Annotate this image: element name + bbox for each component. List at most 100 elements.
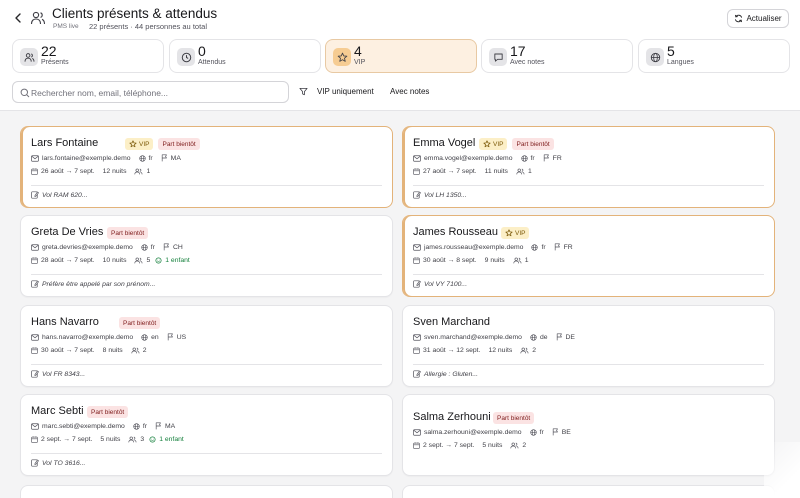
filter-with-notes[interactable]: Avec notes [390, 87, 429, 96]
globe-icon [530, 333, 540, 341]
refresh-button[interactable]: Actualiser [727, 9, 789, 28]
persons-icon [510, 442, 522, 449]
stat-label: VIP [354, 59, 366, 66]
stat-vip[interactable]: 4 VIP [325, 39, 477, 73]
flag-icon [155, 422, 165, 430]
guest-card[interactable]: Hans Navarro Part bientôt hans.navarro@exe… [20, 305, 393, 387]
calendar-icon [413, 442, 423, 449]
divider [31, 364, 382, 365]
star-icon [483, 140, 491, 148]
leaving-soon-label: Part bientôt [111, 229, 145, 237]
nights-value: 10 nuits [102, 257, 127, 264]
country: CH [163, 243, 183, 251]
child-icon [149, 436, 159, 443]
globe-icon [531, 243, 541, 251]
stat-value: 4 [354, 43, 362, 59]
stay-row: 30 août → 8 sept. 9 nuits 1 [413, 257, 533, 264]
persons-icon [520, 347, 532, 354]
guest-card-partial[interactable] [20, 485, 393, 498]
flag-icon [554, 243, 564, 251]
language-value: fr [541, 243, 546, 251]
badge-group: Part bientôt [107, 227, 149, 239]
guest-name: James Rousseau [413, 226, 498, 238]
persons-icon [134, 257, 146, 264]
mail-icon [413, 428, 424, 436]
dates-value: 30 août → 7 sept. [41, 347, 95, 354]
guest-name: Hans Navarro [31, 316, 99, 328]
search-box[interactable] [12, 81, 289, 103]
email-value: salma.zerhouni@exemple.demo [424, 428, 522, 436]
stat-languages[interactable]: 5 Langues [638, 39, 790, 73]
language: fr [138, 155, 153, 162]
guest-name: Sven Marchand [413, 316, 491, 328]
message-icon [489, 48, 507, 66]
globe-icon [133, 422, 143, 430]
persons-value: 1 [524, 257, 529, 264]
contact-row: james.rousseau@exemple.demo fr FR [413, 243, 581, 251]
divider [31, 453, 382, 454]
guest-card[interactable]: Greta De Vries Part bientôt greta.devries@… [20, 215, 393, 297]
mail-icon [31, 154, 42, 162]
email-value: james.rousseau@exemple.demo [424, 243, 524, 251]
language: fr [529, 429, 544, 436]
guest-card[interactable]: Salma Zerhouni Part bientôt salma.zerhouni… [402, 394, 775, 476]
leaving-soon-badge: Part bientôt [512, 138, 554, 150]
guest-card[interactable]: Lars Fontaine VIP Part bientôt lars.fontain… [20, 126, 393, 208]
country: US [167, 333, 186, 341]
stay-dates: 2 sept. → 7 sept. [31, 436, 92, 443]
flag-icon [167, 333, 177, 341]
page-title: Clients présents & attendus [52, 6, 218, 21]
calendar-icon [31, 168, 41, 175]
search-input[interactable] [31, 85, 281, 100]
guest-name: Greta De Vries [31, 226, 104, 238]
guest-card[interactable]: Marc Sebti Part bientôt marc.sebti@exemple… [20, 394, 393, 476]
mail-icon [413, 154, 424, 162]
guest-name: Marc Sebti [31, 405, 84, 417]
email: greta.devries@exemple.demo [31, 244, 133, 251]
guest-card[interactable]: Sven Marchand sven.marchand@exemple.demo d… [402, 305, 775, 387]
guest-name: Lars Fontaine [31, 137, 99, 149]
nights-value: 12 nuits [488, 347, 513, 354]
persons-value: 2 [532, 347, 537, 354]
guest-card[interactable]: James Rousseau VIP james.rousseau@exemple.… [402, 215, 775, 297]
clock-icon [177, 48, 195, 66]
stat-present[interactable]: 22 Présents [12, 39, 164, 73]
children-value: 1 enfant [165, 257, 190, 264]
country: FR [554, 243, 573, 251]
nights-value: 5 nuits [482, 442, 503, 449]
language: de [530, 334, 548, 341]
contact-row: hans.navarro@exemple.demo en US [31, 333, 194, 341]
language: en [141, 334, 159, 341]
country-value: FR [563, 243, 573, 251]
email: marc.sebti@exemple.demo [31, 423, 125, 430]
note-icon [413, 370, 421, 378]
persons: 2 [520, 347, 536, 354]
guest-note: Allergie : Gluten... [413, 370, 478, 378]
note-icon [413, 191, 421, 199]
note-text: Préfère être appelé par son prénom... [42, 280, 156, 288]
persons: 2 [510, 442, 526, 449]
contact-row: lars.fontaine@exemple.demo fr MA [31, 154, 189, 162]
leaving-soon-label: Part bientôt [516, 140, 550, 148]
mail-icon [31, 333, 42, 341]
filter-vip-only[interactable]: VIP uniquement [317, 87, 374, 96]
calendar-icon [31, 257, 41, 264]
stat-expected[interactable]: 0 Attendus [169, 39, 321, 73]
leaving-soon-badge: Part bientôt [158, 138, 200, 150]
stay-row: 26 août → 7 sept. 12 nuits 1 [31, 168, 155, 175]
language-value: en [151, 333, 159, 341]
guest-note: Vol VY 7100... [413, 280, 467, 288]
stat-with-notes[interactable]: 17 Avec notes [481, 39, 633, 73]
stay-row: 30 août → 7 sept. 8 nuits 2 [31, 347, 151, 354]
calendar-icon [413, 168, 423, 175]
guest-card-partial[interactable] [402, 485, 775, 498]
guest-card[interactable]: Emma Vogel VIP Part bientôt emma.vogel@exem… [402, 126, 775, 208]
divider [413, 274, 764, 275]
vip-badge-label: VIP [515, 229, 526, 237]
refresh-label: Actualiser [746, 14, 782, 23]
back-icon[interactable] [11, 11, 25, 25]
users-icon [30, 10, 46, 26]
email-value: hans.navarro@exemple.demo [42, 333, 134, 341]
country: MA [161, 154, 181, 162]
badge-group: VIP [501, 227, 530, 239]
